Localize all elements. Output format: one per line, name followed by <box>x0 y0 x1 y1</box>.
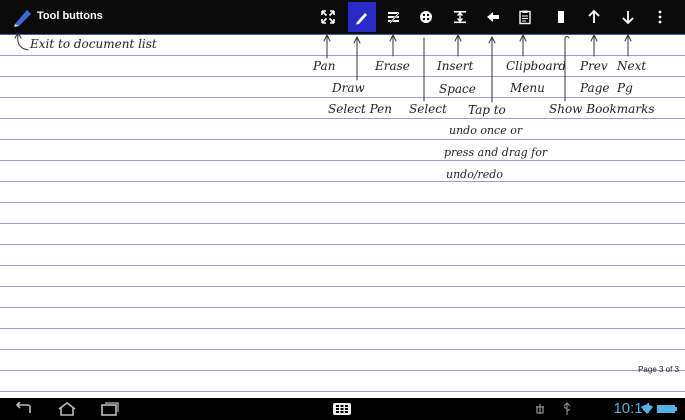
overflow-menu-button[interactable] <box>648 2 672 32</box>
note-exit: Exit to document list <box>30 37 157 51</box>
battery-icon <box>656 400 678 418</box>
debug-icon <box>532 400 548 418</box>
note-tap: Tap to <box>468 103 506 117</box>
note-insert: Insert <box>437 59 474 73</box>
next-page-button[interactable] <box>614 2 642 32</box>
down-arrow-icon <box>622 11 634 25</box>
rule-line <box>0 118 685 119</box>
rule-line <box>0 286 685 287</box>
note-undo-line2: press and drag for <box>444 146 548 159</box>
up-arrow-icon <box>588 9 600 23</box>
note-pg: Pg <box>617 81 633 95</box>
undo-arrow-icon <box>487 12 499 22</box>
rule-line <box>0 391 685 392</box>
draw-button[interactable] <box>348 2 376 32</box>
rule-line <box>0 349 685 350</box>
select-pen-icon <box>420 11 432 23</box>
erase-button[interactable] <box>380 2 408 32</box>
usb-icon <box>560 400 574 418</box>
note-page: Page <box>580 81 610 95</box>
insert-space-button[interactable] <box>446 2 474 32</box>
bookmark-icon <box>558 11 564 23</box>
note-prev: Prev <box>580 59 608 73</box>
note-next: Next <box>617 59 647 73</box>
note-undo-line1: undo once or <box>449 124 523 137</box>
app-pen-icon[interactable] <box>12 6 34 28</box>
page-indicator: Page 3 of 3 <box>638 365 679 374</box>
home-icon <box>58 402 76 416</box>
bookmark-button[interactable] <box>547 2 575 32</box>
rule-line <box>0 202 685 203</box>
note-select: Select <box>409 102 447 116</box>
back-icon <box>15 402 31 413</box>
rule-line <box>0 160 685 161</box>
note-erase: Erase <box>375 59 410 73</box>
all-apps-button[interactable] <box>330 400 354 418</box>
insert-space-icon <box>454 11 466 24</box>
wifi-icon <box>640 400 654 418</box>
note-select-pen: Select Pen <box>328 102 392 116</box>
rule-line <box>0 307 685 308</box>
rule-line <box>0 265 685 266</box>
undo-button[interactable] <box>479 2 507 32</box>
notebook-page[interactable]: Exit to document list Pan Erase Insert C… <box>0 34 685 398</box>
pan-button[interactable] <box>314 2 342 32</box>
note-menu: Menu <box>510 81 545 95</box>
note-space: Space <box>439 82 476 96</box>
rule-line <box>0 55 685 56</box>
rule-line <box>0 370 685 371</box>
eraser-icon <box>388 12 400 24</box>
apps-grid-icon <box>333 403 351 415</box>
rule-line <box>0 328 685 329</box>
recent-apps-icon <box>101 402 119 416</box>
note-pan: Pan <box>313 59 336 73</box>
rule-line <box>0 97 685 98</box>
rule-line <box>0 223 685 224</box>
app-title: Tool buttons <box>37 10 103 22</box>
overflow-menu-icon <box>658 10 662 24</box>
top-rule <box>0 34 685 35</box>
note-draw: Draw <box>332 81 365 95</box>
recent-apps-button[interactable] <box>97 400 121 418</box>
note-show-bookmarks: Show Bookmarks <box>549 102 655 116</box>
select-pen-button[interactable] <box>412 2 440 32</box>
rule-line <box>0 76 685 77</box>
prev-page-button[interactable] <box>580 2 608 32</box>
action-bar: Tool buttons <box>0 0 685 34</box>
home-button[interactable] <box>55 400 79 418</box>
pen-icon <box>356 13 367 25</box>
clipboard-button[interactable] <box>511 2 539 32</box>
clipboard-icon <box>519 10 531 25</box>
pan-icon <box>321 10 335 24</box>
rule-line <box>0 181 685 182</box>
system-bar: 10:14 <box>0 398 685 420</box>
back-button[interactable] <box>12 400 36 418</box>
note-clipboard: Clipboard <box>506 59 567 73</box>
note-undo-line3: undo/redo <box>446 168 503 181</box>
rule-line <box>0 139 685 140</box>
rule-line <box>0 244 685 245</box>
